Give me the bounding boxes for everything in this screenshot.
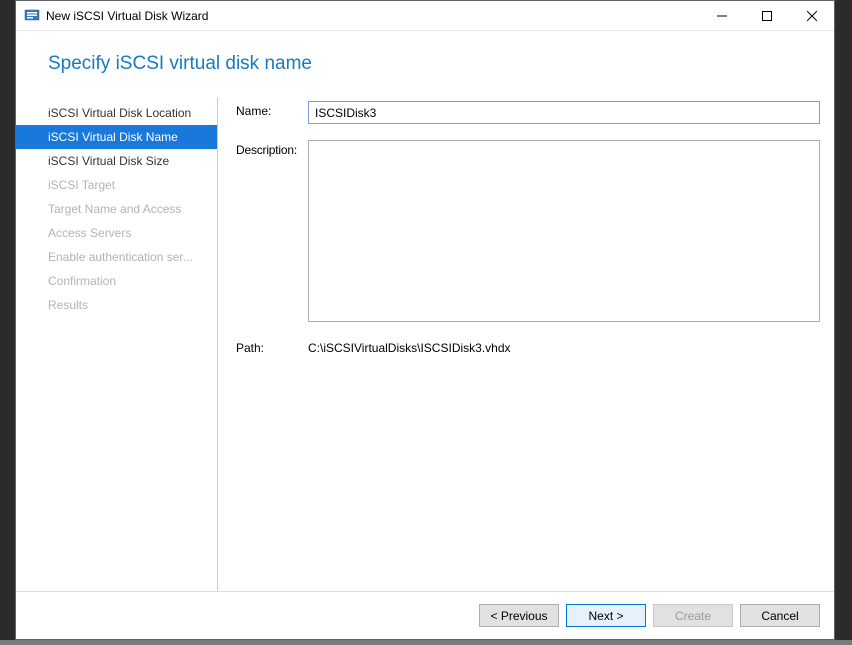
name-input[interactable]	[308, 101, 820, 124]
previous-button[interactable]: < Previous	[479, 604, 559, 627]
step-disk-size[interactable]: iSCSI Virtual Disk Size	[16, 149, 217, 173]
app-icon	[24, 8, 40, 24]
titlebar-controls	[699, 1, 834, 30]
step-enable-auth: Enable authentication ser...	[16, 245, 217, 269]
step-results: Results	[16, 293, 217, 317]
description-row: Description:	[236, 140, 822, 322]
step-disk-name[interactable]: iSCSI Virtual Disk Name	[16, 125, 217, 149]
button-bar: < Previous Next > Create Cancel	[16, 591, 834, 639]
step-iscsi-target: iSCSI Target	[16, 173, 217, 197]
step-target-name-access: Target Name and Access	[16, 197, 217, 221]
step-confirmation: Confirmation	[16, 269, 217, 293]
wizard-window: New iSCSI Virtual Disk Wizard Specify iS…	[15, 0, 835, 640]
page-heading: Specify iSCSI virtual disk name	[16, 31, 834, 97]
wizard-steps-sidebar: iSCSI Virtual Disk Location iSCSI Virtua…	[16, 97, 218, 591]
maximize-button[interactable]	[744, 1, 789, 30]
titlebar: New iSCSI Virtual Disk Wizard	[16, 1, 834, 31]
cancel-button[interactable]: Cancel	[740, 604, 820, 627]
next-button[interactable]: Next >	[566, 604, 646, 627]
create-button: Create	[653, 604, 733, 627]
description-textarea[interactable]	[308, 140, 820, 322]
name-label: Name:	[236, 101, 308, 124]
description-label: Description:	[236, 140, 308, 157]
path-row: Path: C:\iSCSIVirtualDisks\ISCSIDisk3.vh…	[236, 338, 822, 355]
path-value: C:\iSCSIVirtualDisks\ISCSIDisk3.vhdx	[308, 338, 511, 355]
close-button[interactable]	[789, 1, 834, 30]
window-title: New iSCSI Virtual Disk Wizard	[46, 9, 699, 23]
minimize-button[interactable]	[699, 1, 744, 30]
path-label: Path:	[236, 338, 308, 355]
form-panel: Name: Description: Path: C:\iSCSIVirtual…	[218, 97, 822, 591]
content-area: iSCSI Virtual Disk Location iSCSI Virtua…	[16, 97, 834, 591]
name-row: Name:	[236, 101, 822, 124]
step-disk-location[interactable]: iSCSI Virtual Disk Location	[16, 101, 217, 125]
step-access-servers: Access Servers	[16, 221, 217, 245]
